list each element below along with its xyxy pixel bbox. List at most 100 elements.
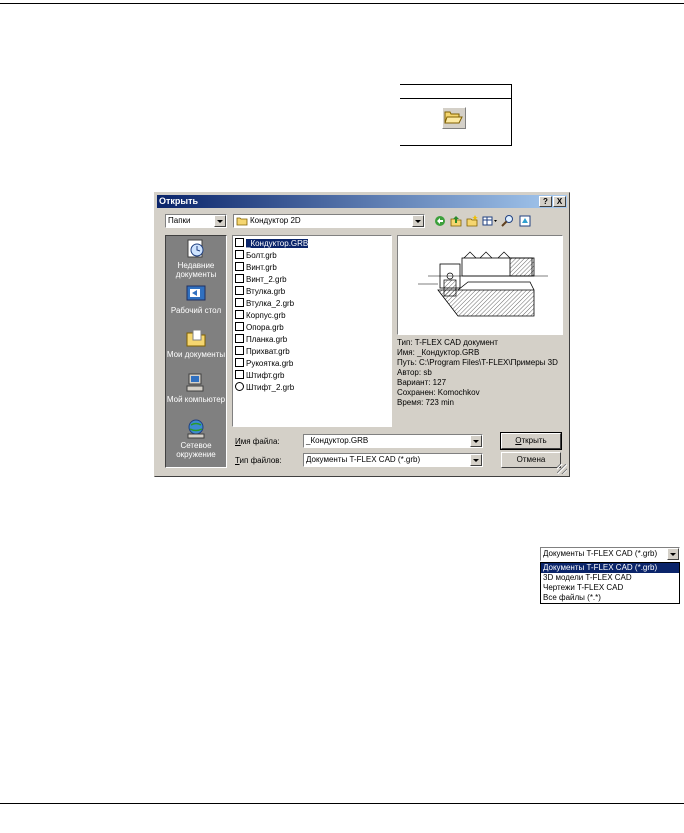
place-label: Сетевое окружение <box>176 441 216 459</box>
help-button[interactable]: ? <box>539 196 552 207</box>
places-bar: Недавние документы Рабочий стол Мои доку… <box>165 235 227 468</box>
cancel-button[interactable]: Отмена <box>501 452 561 468</box>
tools-icon[interactable] <box>519 215 531 227</box>
file-name: Винт.grb <box>246 263 277 272</box>
grb-file-icon <box>235 370 244 379</box>
grb-file-icon <box>235 286 244 295</box>
file-name: Корпус.grb <box>246 311 286 320</box>
file-item[interactable]: Прихват.grb <box>235 346 290 358</box>
network-icon <box>187 419 205 439</box>
file-item[interactable]: Болт.grb <box>235 250 277 262</box>
lookin-label: Папки <box>168 216 191 225</box>
info-variant: Вариант: 127 <box>397 378 447 387</box>
filetype-dropdown: Документы T-FLEX CAD (*.grb) Документы T… <box>540 547 680 607</box>
chevron-down-icon[interactable] <box>214 215 226 227</box>
file-name: Рукоятка.grb <box>246 359 294 368</box>
file-item[interactable]: Винт.grb <box>235 262 277 274</box>
filetype-select[interactable]: Документы T-FLEX CAD (*.grb) <box>303 453 483 467</box>
place-desktop[interactable]: Рабочий стол <box>166 284 226 315</box>
grb-file-icon <box>235 238 244 247</box>
top-rule <box>0 3 684 4</box>
back-icon[interactable] <box>434 215 446 227</box>
file-item[interactable]: Винт_2.grb <box>235 274 287 286</box>
grb-file-icon <box>235 322 244 331</box>
open-dialog: Открыть ? X Папки Кондуктор 2D Недавние … <box>154 192 570 477</box>
bottom-rule <box>0 803 684 804</box>
dropdown-option[interactable]: Документы T-FLEX CAD (*.grb) <box>541 563 679 573</box>
info-type: Тип: T-FLEX CAD документ <box>397 338 498 347</box>
open-button[interactable]: Открыть <box>500 432 562 450</box>
filename-label: Имя файла: <box>235 437 280 446</box>
info-path: Путь: C:\Program Files\T-FLEX\Примеры 3D <box>397 358 558 367</box>
file-name: Винт_2.grb <box>246 275 287 284</box>
open-folder-icon <box>444 111 463 124</box>
close-button[interactable]: X <box>553 196 566 207</box>
file-item[interactable]: Опора.grb <box>235 322 284 334</box>
grb-file-icon <box>235 274 244 283</box>
dropdown-option[interactable]: Чертежи T-FLEX CAD <box>541 583 679 593</box>
info-time: Время: 723 min <box>397 398 454 407</box>
file-name: Втулка.grb <box>246 287 286 296</box>
grb-file-icon <box>235 334 244 343</box>
my-computer-icon <box>186 373 204 392</box>
grb-file-icon <box>235 358 244 367</box>
place-network[interactable]: Сетевое окружение <box>166 419 226 459</box>
new-folder-icon[interactable] <box>466 215 478 227</box>
grb-file-icon <box>235 298 244 307</box>
chevron-down-icon[interactable] <box>470 435 482 447</box>
file-list[interactable]: _Кондуктор.GRB Болт.grb Винт.grb Винт_2.… <box>232 235 392 427</box>
info-saved: Сохранен: Komochkov <box>397 388 480 397</box>
place-my-documents[interactable]: Мои документы <box>166 328 226 359</box>
place-label: Мои документы <box>166 350 226 359</box>
file-item[interactable]: Штифт.grb <box>235 370 284 382</box>
dropdown-list: Документы T-FLEX CAD (*.grb) 3D модели T… <box>540 562 680 604</box>
folder-icon <box>236 217 248 226</box>
file-name: Опора.grb <box>246 323 284 332</box>
file-item[interactable]: Корпус.grb <box>235 310 286 322</box>
preview-pane <box>397 235 563 335</box>
file-name: Штифт.grb <box>246 371 285 380</box>
file-item[interactable]: Рукоятка.grb <box>235 358 293 370</box>
file-info: Тип: T-FLEX CAD документ Имя: _Кондуктор… <box>397 338 563 427</box>
dropdown-selected: Документы T-FLEX CAD (*.grb) <box>543 549 658 558</box>
open-folder-button[interactable] <box>442 107 466 129</box>
dropdown-option[interactable]: Все файлы (*.*) <box>541 593 679 603</box>
file-item[interactable]: Планка.grb <box>235 334 287 346</box>
drawing-preview <box>418 251 548 317</box>
lookin-combo[interactable]: Папки <box>165 214 227 228</box>
file-item[interactable]: Втулка_2.grb <box>235 298 294 310</box>
folder-name: Кондуктор 2D <box>250 216 301 225</box>
folder-combo[interactable]: Кондуктор 2D <box>233 214 425 228</box>
filetype-dropdown-combo[interactable]: Документы T-FLEX CAD (*.grb) <box>540 547 680 561</box>
chevron-down-icon[interactable] <box>667 548 679 560</box>
file-item[interactable]: _Кондуктор.GRB <box>235 238 309 250</box>
toolbar-snippet <box>400 84 512 146</box>
recent-docs-icon <box>187 239 204 258</box>
views-icon[interactable] <box>482 215 498 227</box>
file-name: Болт.grb <box>246 251 277 260</box>
place-label: Недавние документы <box>175 261 217 279</box>
info-author: Автор: sb <box>397 368 432 377</box>
chevron-down-icon[interactable] <box>470 454 482 466</box>
place-recent[interactable]: Недавние документы <box>166 239 226 279</box>
dropdown-option[interactable]: 3D модели T-FLEX CAD <box>541 573 679 583</box>
file-item[interactable]: Штифт_2.grb <box>235 382 294 394</box>
search-icon[interactable] <box>501 214 514 227</box>
filetype-label: Тип файлов: <box>235 456 282 465</box>
grb-file-icon <box>235 346 244 355</box>
file-name: Штифт_2.grb <box>246 383 295 392</box>
dialog-titlebar: Открыть ? X <box>157 195 567 208</box>
up-folder-icon[interactable] <box>450 215 462 227</box>
grb-file-icon <box>235 310 244 319</box>
place-label: Мой компьютер <box>166 395 226 404</box>
place-my-computer[interactable]: Мой компьютер <box>166 373 226 404</box>
file-name: Прихват.grb <box>246 347 290 356</box>
grb-file-icon <box>235 382 244 391</box>
filename-input[interactable]: _Кондуктор.GRB <box>303 434 483 448</box>
filename-value: _Кондуктор.GRB <box>306 436 369 445</box>
file-item[interactable]: Втулка.grb <box>235 286 285 298</box>
resize-grip[interactable] <box>557 464 567 474</box>
file-name: Втулка_2.grb <box>246 299 295 308</box>
chevron-down-icon[interactable] <box>412 215 424 227</box>
filetype-value: Документы T-FLEX CAD (*.grb) <box>306 455 421 464</box>
